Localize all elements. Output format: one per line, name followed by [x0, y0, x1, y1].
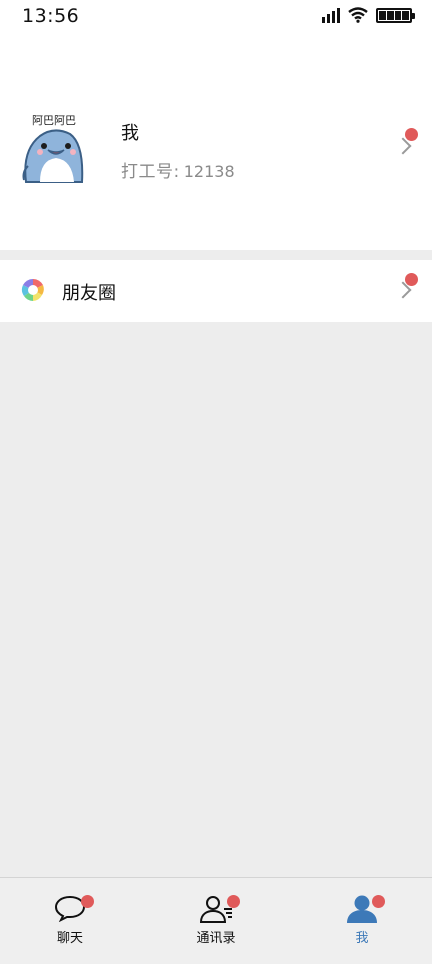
tab-me[interactable]: 我 — [288, 878, 432, 964]
wifi-icon — [348, 7, 368, 23]
profile-id-label: 打工号: — [121, 162, 180, 182]
chat-badge — [81, 895, 94, 908]
tab-me-label: 我 — [355, 931, 369, 946]
status-icons — [322, 7, 415, 23]
signal-icon — [322, 7, 340, 23]
me-page: 13:56 阿巴阿巴 我 打工号: 12138 朋友圈 聊天 通讯录 我 — [0, 0, 432, 964]
profile-id: 打工号: 12138 — [121, 157, 235, 182]
header-area: 13:56 阿巴阿巴 我 打工号: 12138 — [0, 0, 432, 250]
aperture-icon — [21, 278, 44, 301]
moments-badge — [405, 273, 418, 286]
moments-label: 朋友圈 — [62, 283, 116, 304]
tab-bar: 聊天 通讯录 我 — [0, 877, 432, 964]
moments-row[interactable]: 朋友圈 — [0, 260, 432, 322]
profile-badge — [405, 128, 418, 141]
tab-contacts-label: 通讯录 — [196, 931, 236, 946]
avatar[interactable]: 阿巴阿巴 — [18, 110, 90, 186]
tab-chat[interactable]: 聊天 — [0, 878, 144, 964]
me-badge — [372, 895, 385, 908]
profile-name: 我 — [121, 123, 139, 144]
contacts-badge — [227, 895, 240, 908]
tab-chat-label: 聊天 — [56, 931, 83, 946]
tab-contacts[interactable]: 通讯录 — [144, 878, 288, 964]
status-time: 13:56 — [22, 5, 80, 27]
avatar-caption: 阿巴阿巴 — [32, 114, 76, 127]
battery-icon — [376, 7, 415, 23]
profile-id-value: 12138 — [183, 162, 235, 181]
